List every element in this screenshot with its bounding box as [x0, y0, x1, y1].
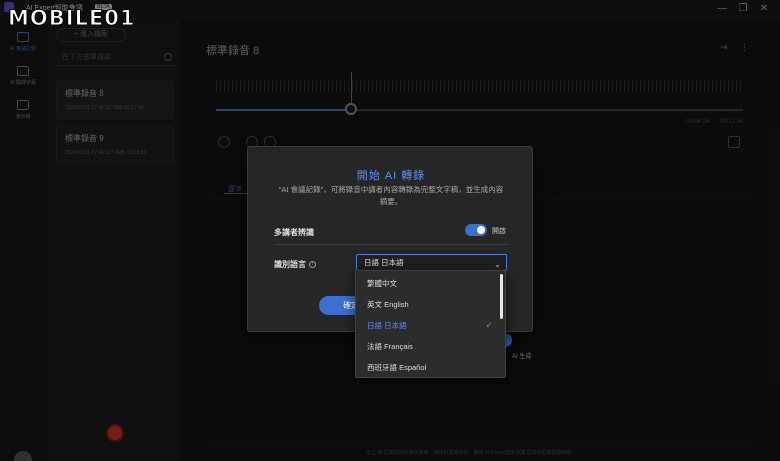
dropdown-option-label: 日語 日本語: [367, 321, 407, 330]
dropdown-option-zh-tw[interactable]: 繁體中文: [356, 273, 501, 294]
language-label-text: 識別語言: [274, 260, 306, 269]
language-dropdown: 繁體中文 英文 English 日語 日本語 ✓ 法語 Français 西班牙…: [355, 270, 506, 378]
language-label: 識別語言 i: [274, 259, 316, 270]
language-select-value: 日語 日本語: [364, 258, 404, 267]
dropdown-option-fr[interactable]: 法語 Français: [356, 336, 501, 357]
divider: [274, 244, 508, 245]
dropdown-option-ja[interactable]: 日語 日本語 ✓: [356, 315, 501, 336]
dropdown-option-en[interactable]: 英文 English: [356, 294, 501, 315]
ai-generate-label: AI 生成: [512, 354, 532, 360]
dialog-title: 開始 AI 轉錄: [356, 170, 426, 182]
toggle-state-label: 開啟: [492, 228, 506, 235]
watermark-logo: MOBILE01: [8, 6, 136, 31]
speaker-detection-label: 多講者辨識: [274, 228, 314, 237]
checkmark-icon: ✓: [485, 320, 493, 330]
dialog-description: "AI 會議記錄"，可將錄音中講者內容轉錄為完整文字稿，並生成內容摘要。: [278, 185, 504, 206]
speaker-detection-toggle[interactable]: [465, 224, 487, 236]
info-icon[interactable]: i: [309, 261, 316, 269]
dropdown-scrollbar[interactable]: [500, 274, 503, 319]
dropdown-option-es[interactable]: 西班牙語 Español: [356, 357, 501, 377]
language-select[interactable]: 日語 日本語 ⌄: [356, 254, 507, 271]
toggle-knob: [477, 226, 485, 234]
